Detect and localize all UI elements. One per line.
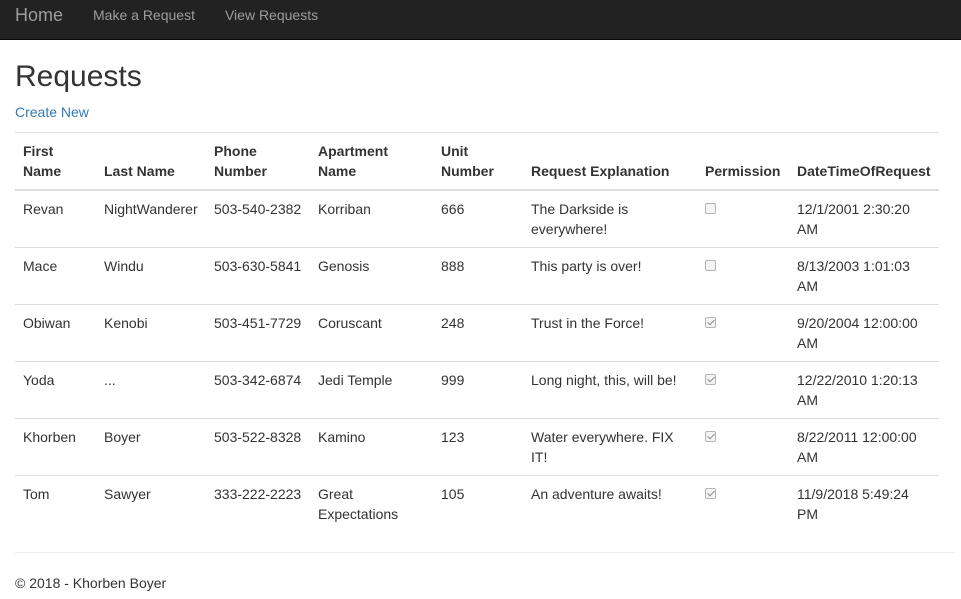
cell-permission <box>697 304 789 362</box>
cell-first-name: Mace <box>15 247 96 305</box>
cell-last-name: Sawyer <box>96 475 206 532</box>
header-phone-number: Phone Number <box>206 132 310 191</box>
cell-first-name: Revan <box>23 201 64 217</box>
cell-permission <box>697 475 789 532</box>
cell-apartment: Coruscant <box>310 304 433 362</box>
cell-explanation: Trust in the Force! <box>523 304 697 362</box>
cell-datetime: 12/1/2001 2:30:20 AM <box>797 201 910 237</box>
main-container: Requests Create New First Name Last Name… <box>0 60 961 593</box>
top-navbar: Home Make a Request View Requests <box>0 0 961 40</box>
cell-unit: 888 <box>433 247 523 305</box>
cell-unit: 248 <box>433 304 523 362</box>
cell-datetime: 8/22/2011 12:00:00 AM <box>789 418 939 476</box>
header-permission: Permission <box>697 132 789 191</box>
cell-last-name: Windu <box>96 247 206 305</box>
cell-first-name: Khorben <box>15 418 96 476</box>
cell-phone: 503-540-2382 <box>214 201 302 217</box>
permission-checkbox <box>705 488 716 499</box>
page-title: Requests <box>15 60 142 93</box>
cell-phone: 503-451-7729 <box>206 304 310 362</box>
cell-first-name: Obiwan <box>15 304 96 362</box>
permission-checkbox <box>705 260 716 271</box>
cell-explanation: An adventure awaits! <box>523 475 697 532</box>
footer-divider <box>15 552 955 553</box>
header-last-name: Last Name <box>96 132 206 191</box>
table-header-row: First Name Last Name Phone Number Apartm… <box>15 132 939 191</box>
nav-home-link[interactable]: Home <box>15 0 63 25</box>
cell-apartment: Great Expectations <box>310 475 433 532</box>
cell-apartment: Kamino <box>310 418 433 476</box>
requests-table: First Name Last Name Phone Number Apartm… <box>15 132 939 532</box>
table-row: Yoda ... 503-342-6874 Jedi Temple 999 Lo… <box>15 361 939 419</box>
cell-datetime: 9/20/2004 12:00:00 AM <box>789 304 939 362</box>
header-request-explanation: Request Explanation <box>523 132 697 191</box>
table-row: Khorben Boyer 503-522-8328 Kamino 123 Wa… <box>15 418 939 476</box>
cell-permission <box>697 190 789 248</box>
cell-last-name: Boyer <box>96 418 206 476</box>
table-row: Tom Sawyer 333-222-2223 Great Expectatio… <box>15 475 939 532</box>
header-datetime: DateTimeOfRequest <box>789 132 939 191</box>
cell-phone: 333-222-2223 <box>206 475 310 532</box>
cell-permission <box>697 247 789 305</box>
cell-datetime: 8/13/2003 1:01:03 AM <box>789 247 939 305</box>
cell-phone: 503-342-6874 <box>206 361 310 419</box>
permission-checkbox <box>705 374 716 385</box>
cell-unit: 666 <box>441 201 465 217</box>
footer-copyright: © 2018 - Khorben Boyer <box>15 575 167 591</box>
cell-apartment: Korriban <box>318 201 371 217</box>
nav-view-requests-link[interactable]: View Requests <box>225 0 318 25</box>
nav-make-request-link[interactable]: Make a Request <box>93 0 195 25</box>
permission-checkbox <box>705 317 716 328</box>
cell-last-name: NightWanderer <box>104 201 198 217</box>
table-row: Mace Windu 503-630-5841 Genosis 888 This… <box>15 247 939 305</box>
header-first-name: First Name <box>15 132 96 191</box>
cell-explanation: Water everywhere. FIX IT! <box>523 418 697 476</box>
cell-unit: 999 <box>433 361 523 419</box>
cell-first-name: Tom <box>15 475 96 532</box>
cell-phone: 503-630-5841 <box>206 247 310 305</box>
header-apartment-name: Apartment Name <box>310 132 433 191</box>
permission-checkbox <box>705 203 716 214</box>
cell-permission <box>697 361 789 419</box>
footer: © 2018 - Khorben Boyer <box>15 573 946 593</box>
cell-datetime: 12/22/2010 1:20:13 AM <box>789 361 939 419</box>
cell-apartment: Genosis <box>310 247 433 305</box>
create-new-link[interactable]: Create New <box>15 102 89 122</box>
cell-explanation: The Darkside is everywhere! <box>531 201 629 237</box>
cell-permission <box>697 418 789 476</box>
permission-checkbox <box>705 431 716 442</box>
cell-last-name: ... <box>96 361 206 419</box>
table-body: Revan NightWanderer 503-540-2382 Korriba… <box>15 190 939 532</box>
header-unit-number: Unit Number <box>433 132 523 191</box>
table-row: Revan NightWanderer 503-540-2382 Korriba… <box>15 190 939 248</box>
table-row: Obiwan Kenobi 503-451-7729 Coruscant 248… <box>15 304 939 362</box>
cell-unit: 105 <box>433 475 523 532</box>
cell-last-name: Kenobi <box>96 304 206 362</box>
cell-first-name: Yoda <box>15 361 96 419</box>
cell-explanation: Long night, this, will be! <box>523 361 697 419</box>
cell-unit: 123 <box>433 418 523 476</box>
cell-phone: 503-522-8328 <box>206 418 310 476</box>
cell-datetime: 11/9/2018 5:49:24 PM <box>789 475 939 532</box>
cell-explanation: This party is over! <box>523 247 697 305</box>
cell-apartment: Jedi Temple <box>310 361 433 419</box>
